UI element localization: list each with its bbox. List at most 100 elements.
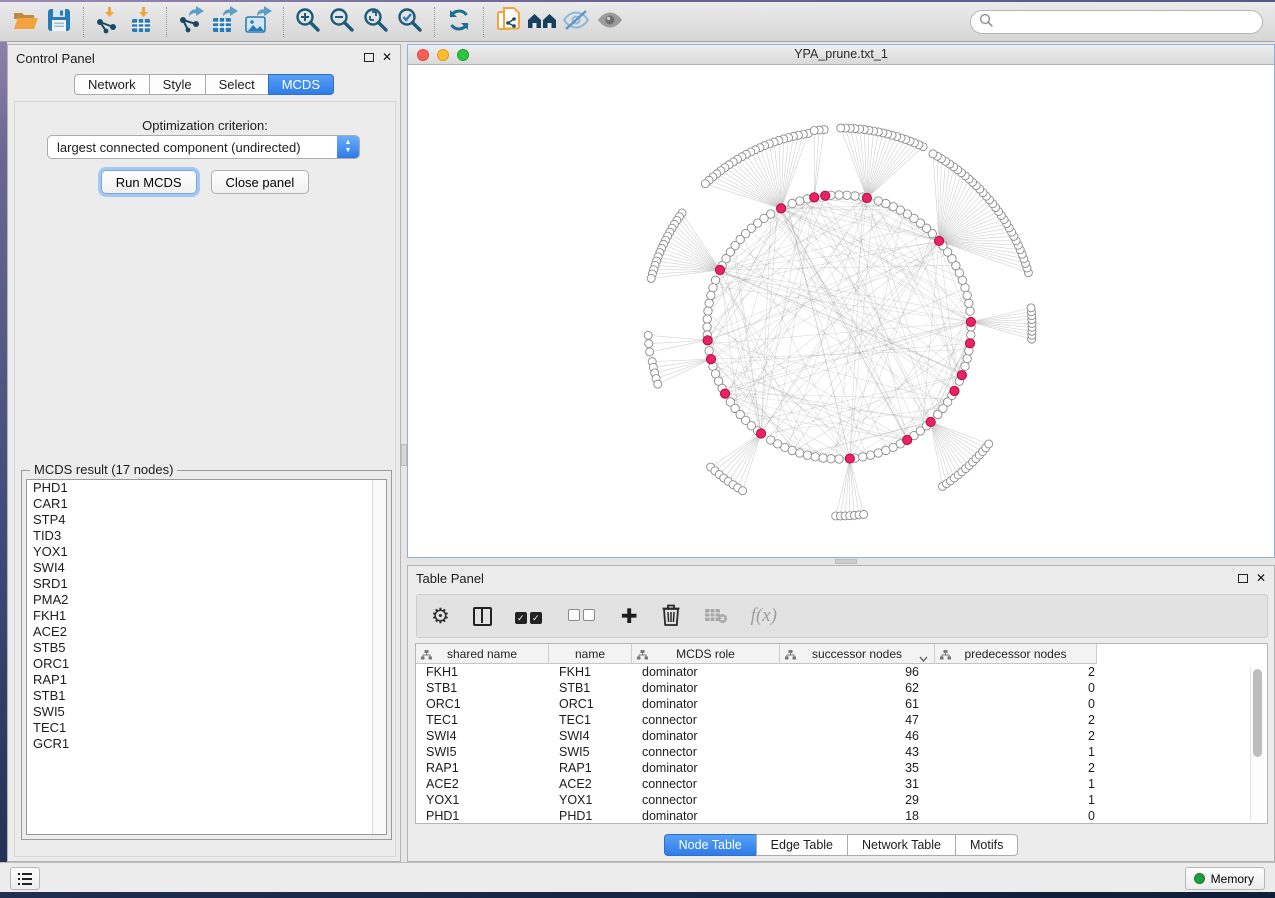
cell-MCDS-role[interactable]: dominator bbox=[632, 760, 780, 776]
cell-name[interactable]: STB1 bbox=[549, 680, 632, 696]
tab-mcds[interactable]: MCDS bbox=[268, 74, 334, 95]
cell-name[interactable]: SWI4 bbox=[549, 728, 632, 744]
export-table-button[interactable] bbox=[208, 6, 242, 38]
network-window-titlebar[interactable]: YPA_prune.txt_1 bbox=[408, 45, 1274, 65]
cell-shared-name[interactable]: STB1 bbox=[416, 680, 549, 696]
cell-shared-name[interactable]: ORC1 bbox=[416, 696, 549, 712]
network-graph[interactable] bbox=[408, 65, 1274, 557]
graph-mcds-node[interactable] bbox=[950, 386, 959, 395]
table-row[interactable]: FKH1FKH1dominator962 bbox=[416, 664, 1267, 680]
graph-mcds-node[interactable] bbox=[903, 435, 912, 444]
table-row[interactable]: RAP1RAP1dominator352 bbox=[416, 760, 1267, 776]
optimization-criterion-dropdown[interactable]: largest connected component (undirected)… bbox=[47, 135, 360, 159]
traffic-zoom-button[interactable] bbox=[457, 49, 469, 61]
graph-leaf-node[interactable] bbox=[701, 180, 709, 188]
cell-successor-nodes[interactable]: 31 bbox=[780, 776, 935, 792]
show-columns-button[interactable] bbox=[473, 601, 492, 631]
cell-MCDS-role[interactable]: dominator bbox=[632, 808, 780, 824]
cell-MCDS-role[interactable]: connector bbox=[632, 744, 780, 760]
mcds-result-item[interactable]: SWI5 bbox=[27, 704, 386, 720]
cell-shared-name[interactable]: SWI5 bbox=[416, 744, 549, 760]
graph-mcds-node[interactable] bbox=[966, 317, 975, 326]
cell-MCDS-role[interactable]: connector bbox=[632, 792, 780, 808]
cell-predecessor-nodes[interactable]: 0 bbox=[935, 680, 1097, 696]
graph-leaf-node[interactable] bbox=[654, 380, 662, 388]
memory-button[interactable]: Memory bbox=[1185, 867, 1265, 890]
graph-leaf-node[interactable] bbox=[1027, 304, 1035, 312]
graph-mcds-node[interactable] bbox=[756, 429, 765, 438]
graph-node[interactable] bbox=[788, 199, 796, 207]
mcds-result-item[interactable]: STB1 bbox=[27, 688, 386, 704]
cell-successor-nodes[interactable]: 61 bbox=[780, 696, 935, 712]
graph-node[interactable] bbox=[966, 307, 974, 315]
graph-mcds-node[interactable] bbox=[926, 417, 935, 426]
graph-node[interactable] bbox=[963, 354, 971, 362]
graph-mcds-node[interactable] bbox=[965, 339, 974, 348]
graph-mcds-node[interactable] bbox=[957, 371, 966, 380]
cell-name[interactable]: ACE2 bbox=[549, 776, 632, 792]
graph-leaf-node[interactable] bbox=[647, 274, 655, 282]
cell-predecessor-nodes[interactable]: 0 bbox=[935, 696, 1097, 712]
traffic-close-button[interactable] bbox=[417, 49, 429, 61]
graph-node[interactable] bbox=[835, 191, 843, 199]
mcds-list-scrollbar[interactable] bbox=[372, 480, 386, 834]
table-row[interactable]: ORC1ORC1dominator610 bbox=[416, 696, 1267, 712]
open-button[interactable] bbox=[8, 6, 42, 38]
table-row[interactable]: YOX1YOX1connector291 bbox=[416, 792, 1267, 808]
cell-successor-nodes[interactable]: 35 bbox=[780, 760, 935, 776]
column-header-shared-name[interactable]: shared name bbox=[416, 644, 549, 664]
cell-successor-nodes[interactable]: 46 bbox=[780, 728, 935, 744]
table-row[interactable]: TEC1TEC1connector472 bbox=[416, 712, 1267, 728]
cell-shared-name[interactable]: RAP1 bbox=[416, 760, 549, 776]
graph-leaf-node[interactable] bbox=[646, 348, 654, 356]
cell-name[interactable]: PHD1 bbox=[549, 808, 632, 824]
cell-shared-name[interactable]: FKH1 bbox=[416, 664, 549, 680]
mcds-result-list[interactable]: PHD1CAR1STP4TID3YOX1SWI4SRD1PMA2FKH1ACE2… bbox=[26, 479, 387, 835]
graph-mcds-node[interactable] bbox=[706, 355, 715, 364]
hide-selected-button[interactable] bbox=[559, 6, 593, 38]
cell-MCDS-role[interactable]: dominator bbox=[632, 664, 780, 680]
tab-edge-table[interactable]: Edge Table bbox=[756, 834, 847, 856]
graph-leaf-node[interactable] bbox=[645, 340, 653, 348]
run-mcds-button[interactable]: Run MCDS bbox=[101, 170, 197, 194]
mcds-result-item[interactable]: RAP1 bbox=[27, 672, 386, 688]
mcds-result-item[interactable]: SRD1 bbox=[27, 576, 386, 592]
cell-shared-name[interactable]: TEC1 bbox=[416, 712, 549, 728]
mcds-result-item[interactable]: FKH1 bbox=[27, 608, 386, 624]
mcds-result-item[interactable]: YOX1 bbox=[27, 544, 386, 560]
cell-shared-name[interactable]: ACE2 bbox=[416, 776, 549, 792]
cell-MCDS-role[interactable]: connector bbox=[632, 712, 780, 728]
cell-shared-name[interactable]: SWI4 bbox=[416, 728, 549, 744]
graph-node[interactable] bbox=[851, 192, 859, 200]
graph-mcds-node[interactable] bbox=[720, 389, 729, 398]
table-row[interactable]: SWI4SWI4dominator462 bbox=[416, 728, 1267, 744]
cell-successor-nodes[interactable]: 29 bbox=[780, 792, 935, 808]
show-all-button[interactable] bbox=[593, 6, 627, 38]
mcds-result-item[interactable]: SWI4 bbox=[27, 560, 386, 576]
mcds-result-item[interactable]: ACE2 bbox=[27, 624, 386, 640]
vertical-splitter-handle[interactable] bbox=[401, 444, 407, 466]
graph-mcds-node[interactable] bbox=[777, 204, 786, 213]
graph-node[interactable] bbox=[811, 453, 819, 461]
close-panel-icon[interactable]: ✕ bbox=[382, 52, 392, 62]
cell-predecessor-nodes[interactable]: 2 bbox=[935, 664, 1097, 680]
deselect-all-rows-button[interactable] bbox=[568, 601, 598, 631]
graph-node[interactable] bbox=[796, 449, 804, 457]
zoom-in-button[interactable] bbox=[291, 6, 325, 38]
graph-node[interactable] bbox=[967, 331, 975, 339]
save-button[interactable] bbox=[42, 6, 76, 38]
graph-node[interactable] bbox=[965, 299, 973, 307]
cell-MCDS-role[interactable]: connector bbox=[632, 776, 780, 792]
refresh-button[interactable] bbox=[442, 6, 476, 38]
network-canvas[interactable] bbox=[408, 65, 1274, 557]
search-input[interactable] bbox=[994, 15, 1262, 29]
graph-mcds-node[interactable] bbox=[862, 193, 871, 202]
graph-node[interactable] bbox=[859, 453, 867, 461]
cell-shared-name[interactable]: YOX1 bbox=[416, 792, 549, 808]
cell-name[interactable]: SWI5 bbox=[549, 744, 632, 760]
zoom-out-button[interactable] bbox=[325, 6, 359, 38]
cell-successor-nodes[interactable]: 18 bbox=[780, 808, 935, 824]
graph-leaf-node[interactable] bbox=[985, 440, 993, 448]
graph-node[interactable] bbox=[874, 197, 882, 205]
first-neighbors-button[interactable] bbox=[525, 6, 559, 38]
